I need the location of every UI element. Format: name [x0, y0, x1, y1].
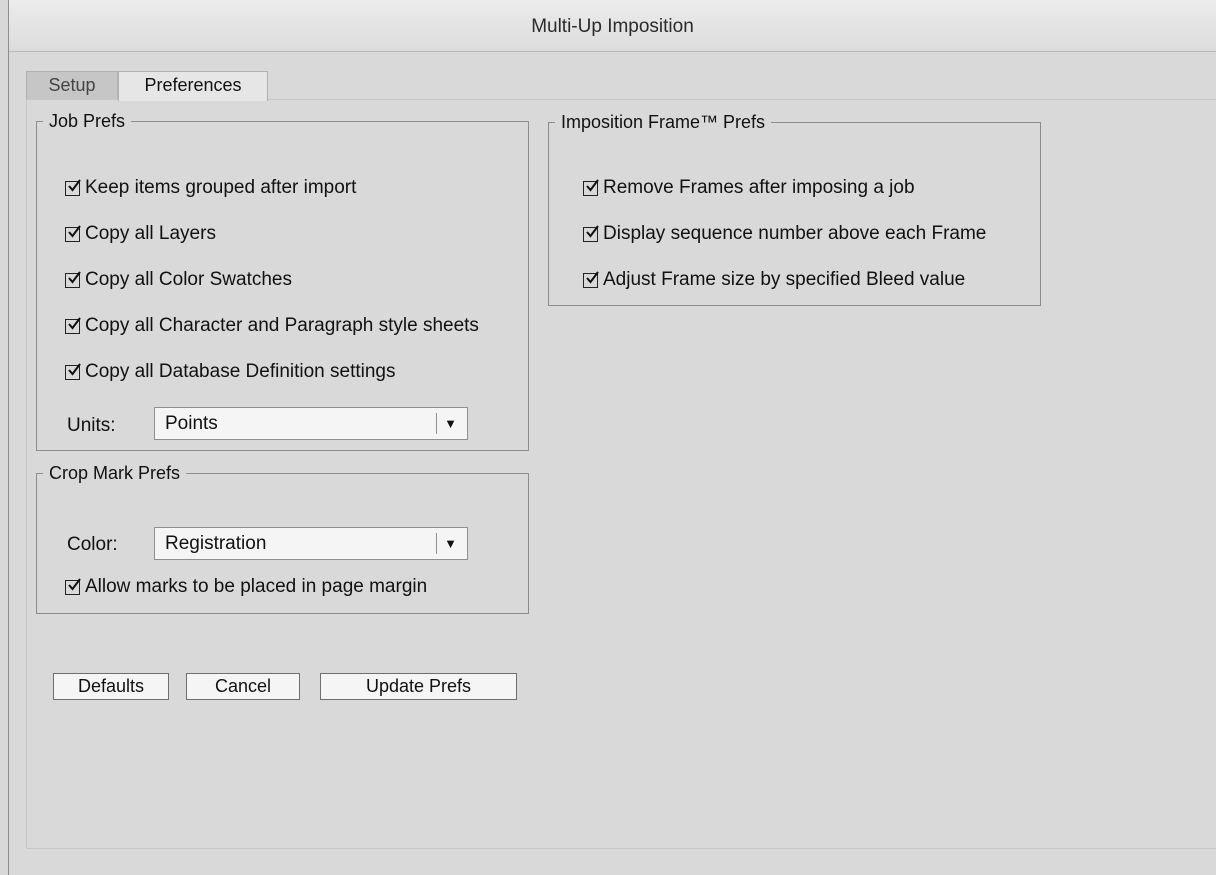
copy-swatches-label: Copy all Color Swatches — [85, 269, 292, 290]
copy-database-label: Copy all Database Definition settings — [85, 361, 396, 382]
units-label: Units: — [67, 415, 116, 436]
display-sequence-checkbox[interactable]: Display sequence number above each Frame — [583, 223, 986, 245]
checkmark-icon[interactable] — [65, 178, 81, 196]
color-value: Registration — [165, 533, 267, 554]
remove-frames-label: Remove Frames after imposing a job — [603, 177, 915, 198]
crop-prefs-group: Crop Mark Prefs Color: Registration ▼ Al… — [36, 463, 529, 614]
copy-stylesheets-label: Copy all Character and Paragraph style s… — [85, 315, 479, 336]
allow-marks-checkbox[interactable]: Allow marks to be placed in page margin — [65, 576, 427, 598]
cancel-button[interactable]: Cancel — [186, 673, 300, 700]
defaults-button[interactable]: Defaults — [53, 673, 169, 700]
frame-prefs-group: Imposition Frame™ Prefs Remove Frames af… — [548, 112, 1041, 306]
keep-grouped-label: Keep items grouped after import — [85, 177, 357, 198]
copy-stylesheets-checkbox[interactable]: Copy all Character and Paragraph style s… — [65, 315, 479, 337]
allow-marks-label: Allow marks to be placed in page margin — [85, 576, 428, 597]
color-label: Color: — [67, 534, 118, 555]
checkmark-icon[interactable] — [65, 577, 81, 595]
checkmark-icon[interactable] — [583, 224, 599, 242]
checkmark-icon[interactable] — [583, 178, 599, 196]
checkmark-icon[interactable] — [583, 270, 599, 288]
frame-prefs-legend: Imposition Frame™ Prefs — [561, 112, 766, 132]
adjust-frame-checkbox[interactable]: Adjust Frame size by specified Bleed val… — [583, 269, 965, 291]
tab-preferences[interactable]: Preferences — [118, 71, 268, 101]
units-value: Points — [165, 413, 218, 434]
checkmark-icon[interactable] — [65, 362, 81, 380]
crop-prefs-legend: Crop Mark Prefs — [49, 463, 181, 483]
checkmark-icon[interactable] — [65, 316, 81, 334]
copy-layers-checkbox[interactable]: Copy all Layers — [65, 223, 216, 245]
select-divider — [436, 413, 437, 434]
window-title: Multi-Up Imposition — [9, 0, 1216, 52]
update-prefs-button[interactable]: Update Prefs — [320, 673, 517, 700]
remove-frames-checkbox[interactable]: Remove Frames after imposing a job — [583, 177, 915, 199]
checkmark-icon[interactable] — [65, 270, 81, 288]
copy-layers-label: Copy all Layers — [85, 223, 216, 244]
select-divider — [436, 533, 437, 554]
keep-grouped-checkbox[interactable]: Keep items grouped after import — [65, 177, 356, 199]
job-prefs-legend: Job Prefs — [49, 111, 126, 131]
units-select[interactable]: Points ▼ — [154, 407, 468, 440]
color-select[interactable]: Registration ▼ — [154, 527, 468, 560]
checkmark-icon[interactable] — [65, 224, 81, 242]
job-prefs-group: Job Prefs Keep items grouped after impor… — [36, 111, 529, 451]
chevron-down-icon[interactable]: ▼ — [444, 528, 457, 559]
copy-database-checkbox[interactable]: Copy all Database Definition settings — [65, 361, 396, 383]
chevron-down-icon[interactable]: ▼ — [444, 408, 457, 439]
adjust-frame-label: Adjust Frame size by specified Bleed val… — [603, 269, 966, 290]
copy-swatches-checkbox[interactable]: Copy all Color Swatches — [65, 269, 292, 291]
display-sequence-label: Display sequence number above each Frame — [603, 223, 987, 244]
tab-setup[interactable]: Setup — [26, 71, 118, 99]
